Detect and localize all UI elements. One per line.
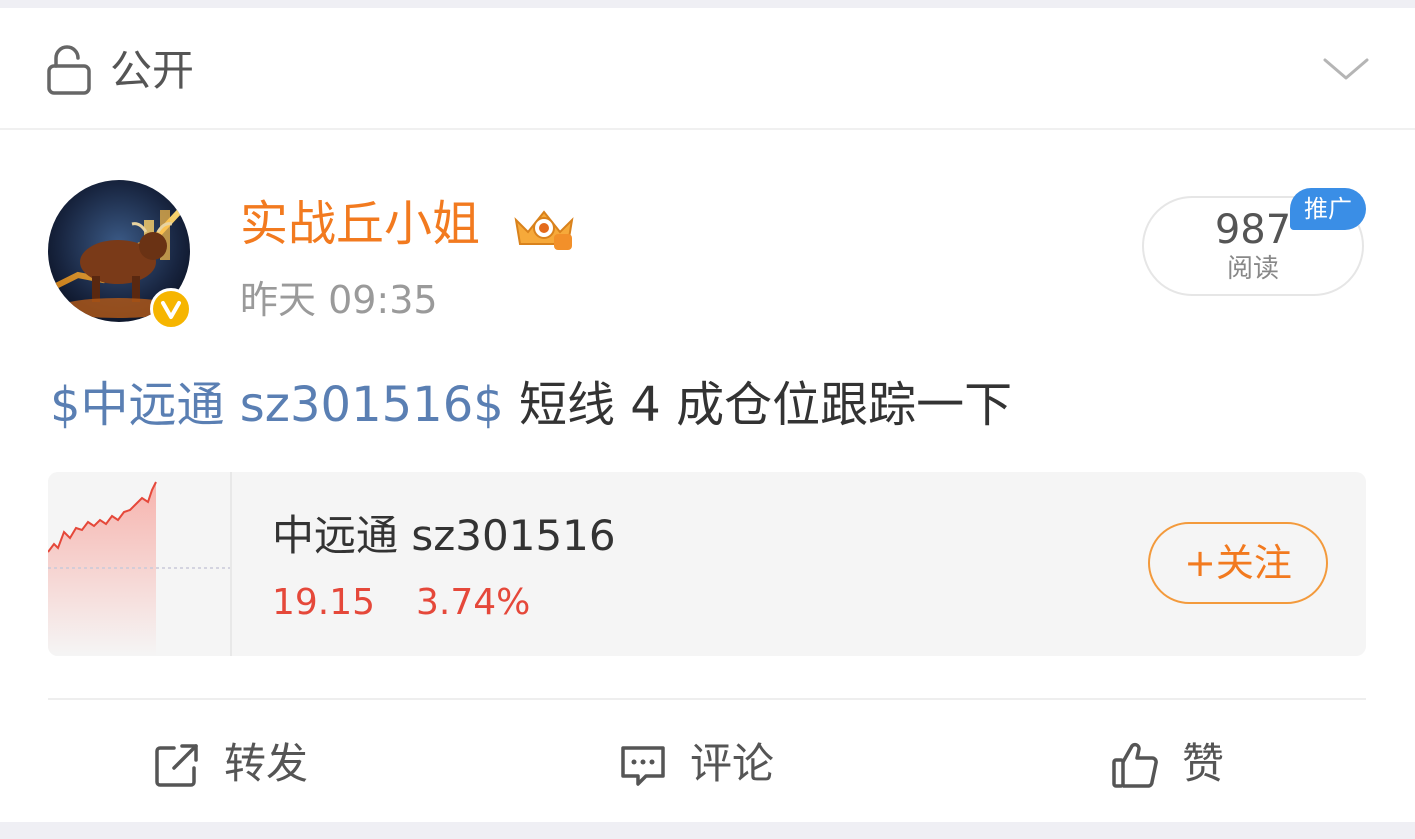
stock-change: 3.74% [416,582,531,623]
stock-card[interactable]: 中远通 sz301516 19.15 3.74% +关注 [48,472,1366,656]
stock-price: 19.15 [272,582,376,623]
repost-button[interactable]: 转发 [152,730,352,800]
post-body: 短线 4 成仓位跟踪一下 [503,377,1013,433]
privacy-label: 公开 [110,46,195,95]
repost-label: 转发 [224,739,309,788]
stock-tag-link[interactable]: $中远通 sz301516$ [50,377,504,433]
promo-badge[interactable]: 推广 [1290,188,1366,230]
like-label: 赞 [1182,739,1225,788]
thumbs-up-icon [1112,742,1158,788]
post-card: 公开 实战丘小姐 昨天 09:35 987 阅读 推广 $中远通 sz30151… [0,8,1415,822]
repost-icon [155,744,198,787]
verified-v-icon [150,288,192,330]
post-timestamp: 昨天 09:35 [240,278,438,322]
chevron-down-icon[interactable] [1322,56,1370,82]
follow-button[interactable]: +关注 [1148,522,1328,604]
divider [48,698,1366,700]
author-name[interactable]: 实战丘小姐 [240,194,480,254]
privacy-bar[interactable]: 公开 [0,8,1415,130]
stock-mini-chart [48,472,232,656]
comment-button[interactable]: 评论 [618,730,818,800]
unlock-icon [47,45,91,95]
read-label: 阅读 [1226,254,1279,284]
comment-icon [621,746,665,786]
comment-label: 评论 [690,739,775,788]
post-text: $中远通 sz301516$ 短线 4 成仓位跟踪一下 [50,370,1012,440]
crown-icon[interactable] [510,200,578,256]
stock-name: 中远通 sz301516 [272,511,616,560]
like-button[interactable]: 赞 [1110,730,1270,800]
